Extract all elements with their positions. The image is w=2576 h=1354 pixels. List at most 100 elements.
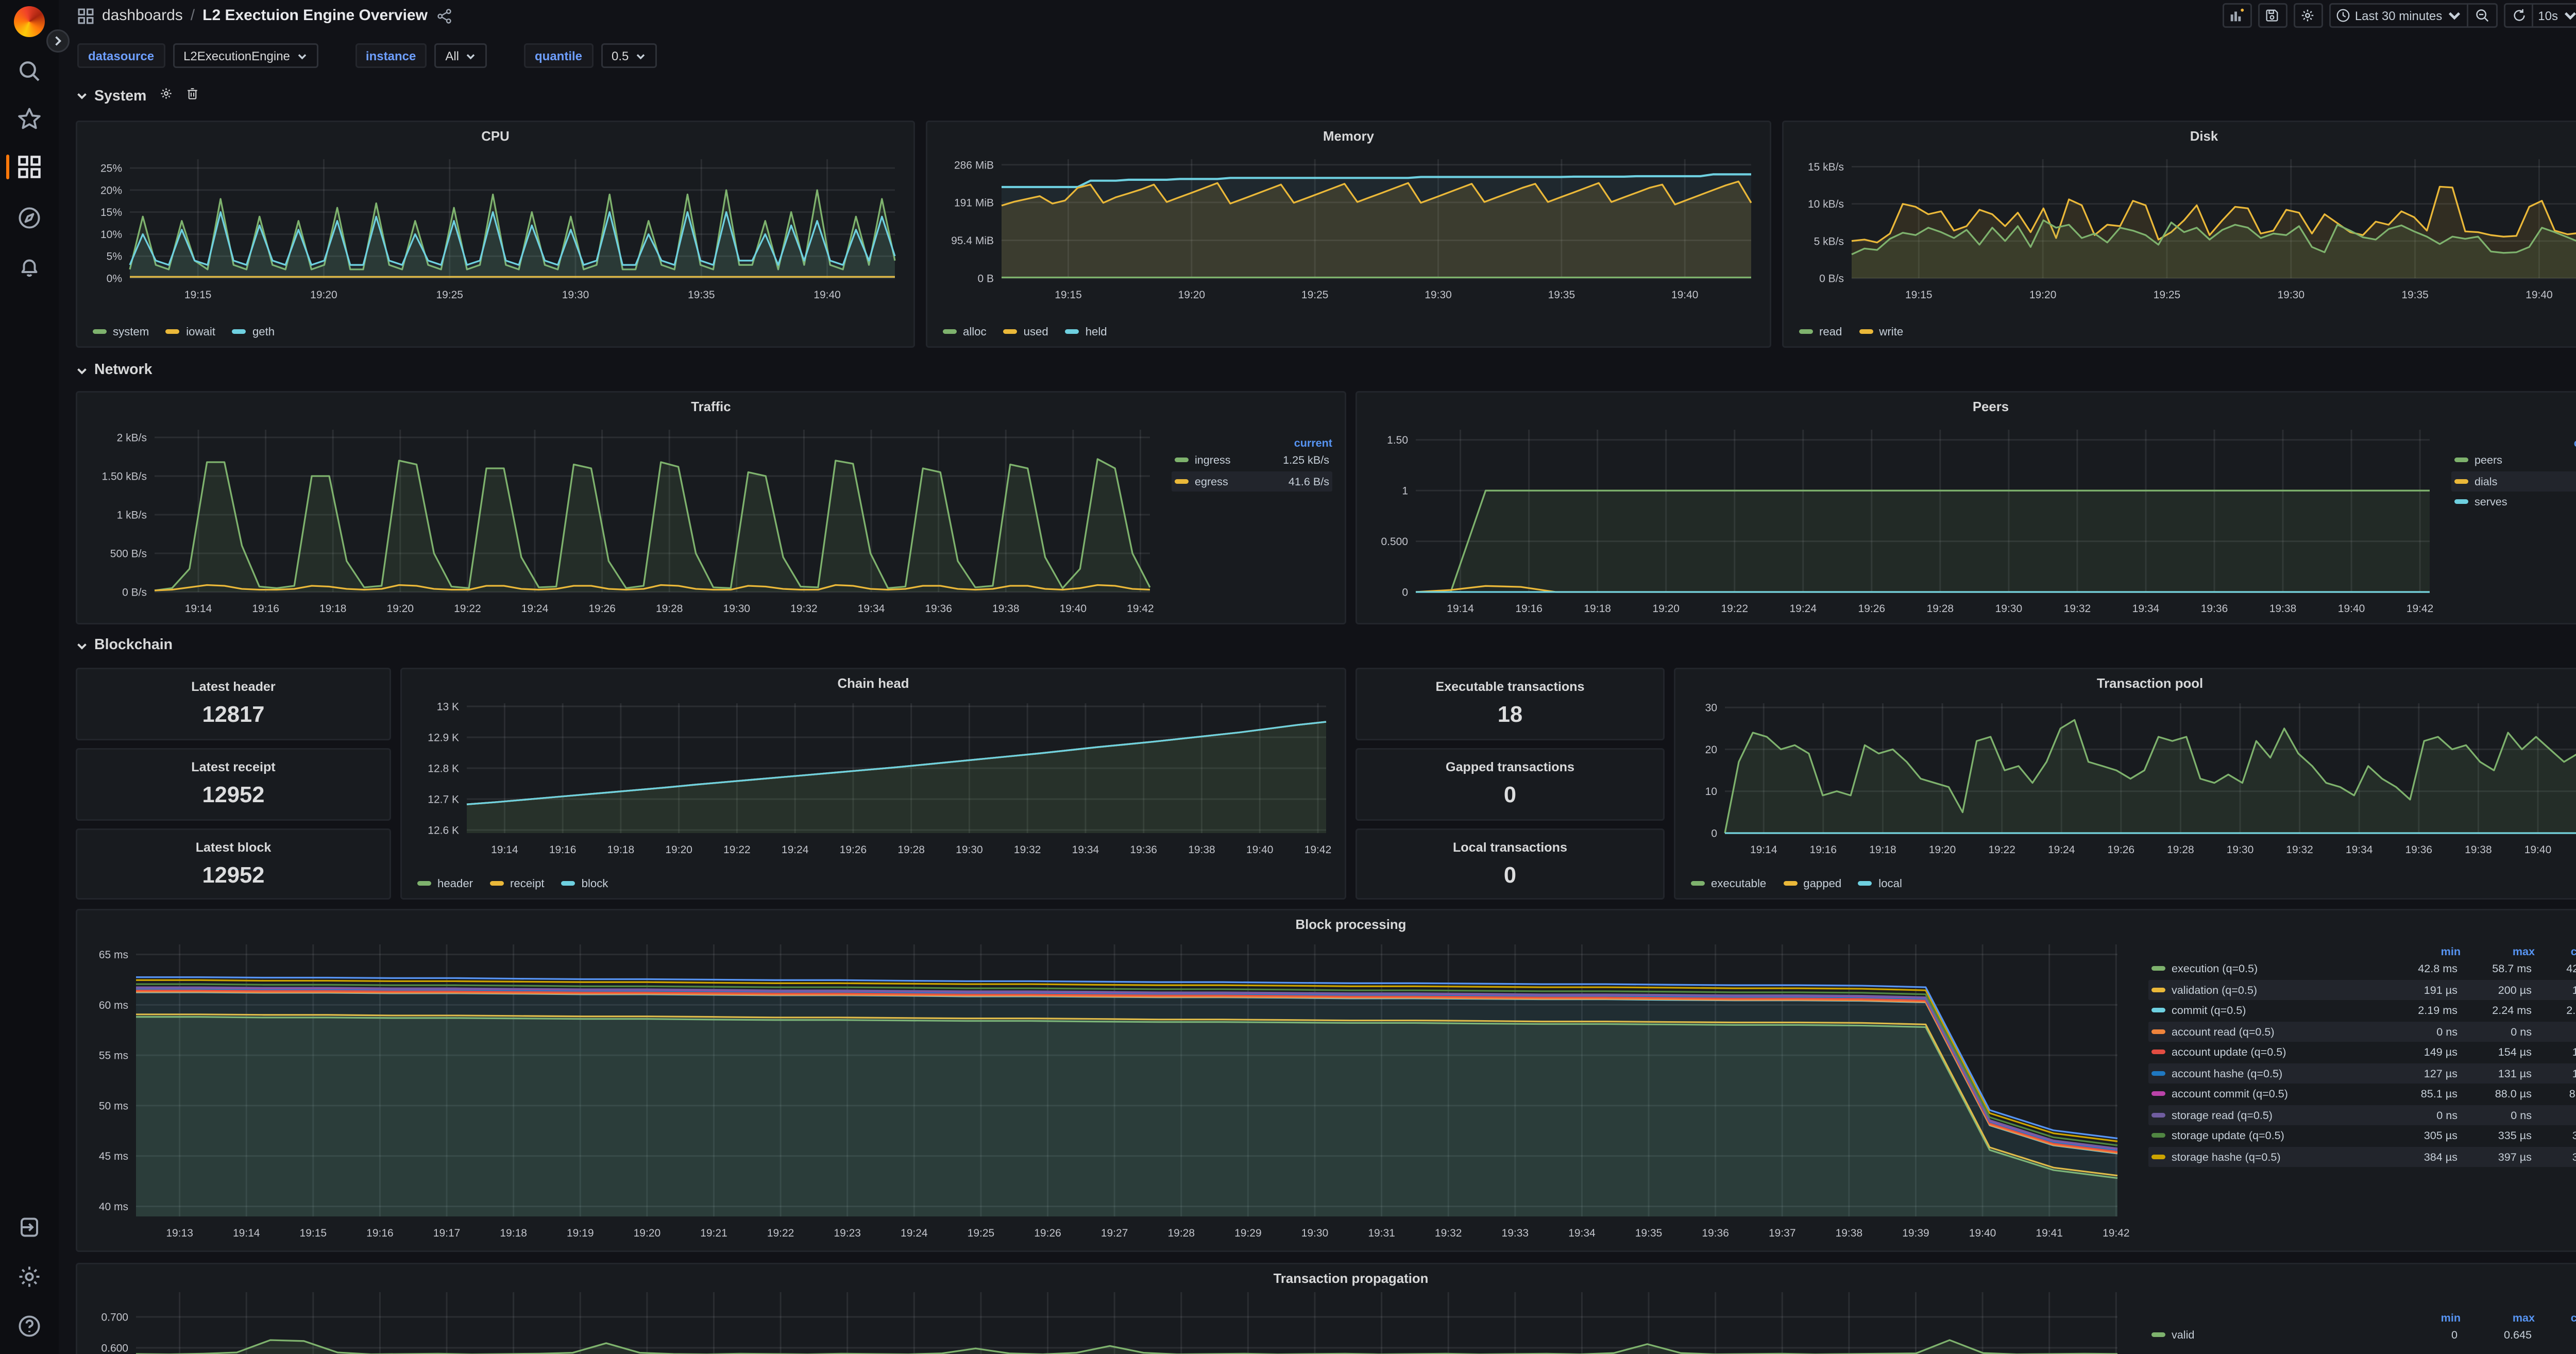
legend-series-name: egress [1195,474,1228,488]
stat-title-latest-block[interactable]: Latest block [77,839,389,855]
stat-title-executable[interactable]: Executable transactions [1357,679,1663,694]
stat-title-latest-receipt[interactable]: Latest receipt [77,759,389,774]
legend-item-iowait[interactable]: iowait [166,325,215,338]
legend-item-geth[interactable]: geth [232,325,275,338]
svg-text:10%: 10% [100,229,122,241]
legend-row-egress[interactable]: egress41.6 B/s [1172,471,1332,492]
legend-item-local[interactable]: local [1858,876,1902,890]
breadcrumb-dashboards-link[interactable]: dashboards [102,7,183,24]
sign-in-icon[interactable] [17,1215,42,1240]
legend-row-account-update-q-0-5-[interactable]: account update (q=0.5)149 µs154 µs149 µs [2148,1042,2576,1063]
grafana-logo-icon[interactable] [14,6,45,37]
transaction-propagation-chart[interactable]: 0.7000.600 [83,1286,2130,1354]
legend-item-executable[interactable]: executable [1691,876,1766,890]
legend-row-peers[interactable]: peers1 [2451,450,2576,471]
legend-column-current[interactable]: current [1249,436,1332,450]
legend-row-storage-update-q-0-5-[interactable]: storage update (q=0.5)305 µs335 µs307 µs [2148,1125,2576,1146]
legend-row-storage-read-q-0-5-[interactable]: storage read (q=0.5)0 ns0 ns0 ns [2148,1105,2576,1126]
legend-row-validation-q-0-5-[interactable]: validation (q=0.5)191 µs200 µs191 µs [2148,979,2576,1001]
legend-row-ingress[interactable]: ingress1.25 kB/s [1172,450,1332,471]
explore-compass-icon[interactable] [17,206,42,230]
section-system[interactable]: System [76,87,199,105]
panel-title-disk[interactable]: Disk [1784,128,2576,144]
save-dashboard-button[interactable] [2258,3,2287,28]
cpu-chart[interactable]: 0%5%10%15%20%25%19:1519:2019:2519:3019:3… [83,153,907,303]
panel-title-block-processing[interactable]: Block processing [77,917,2576,932]
panel-title-traffic[interactable]: Traffic [77,399,1345,414]
legend-row-dials[interactable]: dials0 [2451,471,2576,492]
starred-icon[interactable] [17,107,42,131]
legend-item-held[interactable]: held [1065,325,1107,338]
settings-gear-icon[interactable] [17,1264,42,1289]
row-settings-gear-icon[interactable] [159,87,173,105]
alerting-bell-icon[interactable] [17,255,42,280]
stat-title-latest-header[interactable]: Latest header [77,679,389,694]
share-icon[interactable] [435,7,452,24]
transaction-pool-chart[interactable]: 010203019:1419:1619:1819:2019:2219:2419:… [1682,697,2576,858]
traffic-chart[interactable]: 0 B/s500 B/s1 kB/s1.50 kB/s2 kB/s19:1419… [83,424,1162,617]
block-processing-chart[interactable]: 40 ms45 ms50 ms55 ms60 ms65 ms19:1319:14… [83,938,2130,1241]
panel-title-memory[interactable]: Memory [927,128,1770,144]
dashboards-icon[interactable] [17,155,42,179]
stat-title-gapped[interactable]: Gapped transactions [1357,759,1663,774]
legend-row-account-read-q-0-5-[interactable]: account read (q=0.5)0 ns0 ns0 ns [2148,1021,2576,1042]
datasource-variable-dropdown[interactable]: L2ExecutionEngine [173,43,318,68]
legend-column-current[interactable]: current [2529,436,2576,450]
quantile-variable-dropdown[interactable]: 0.5 [601,43,656,68]
disk-chart[interactable]: 0 B/s5 kB/s10 kB/s15 kB/s19:1519:2019:25… [1790,153,2576,303]
row-delete-trash-icon[interactable] [185,87,199,105]
section-blockchain[interactable]: Blockchain [76,637,173,654]
legend-row-account-hashe-q-0-5-[interactable]: account hashe (q=0.5)127 µs131 µs127 µs [2148,1063,2576,1084]
panel-title-cpu[interactable]: CPU [77,128,913,144]
legend-value: 149 µs [2532,1045,2576,1059]
legend-row-execution-q-0-5-[interactable]: execution (q=0.5)42.8 ms58.7 ms42.8 ms [2148,958,2576,979]
help-icon[interactable] [17,1314,42,1339]
legend-item-read[interactable]: read [1799,325,1842,338]
legend-item-system[interactable]: system [93,325,149,338]
svg-text:19:20: 19:20 [634,1227,661,1239]
legend-column-max[interactable]: max [2461,944,2535,958]
refresh-interval-dropdown[interactable]: 10s [2533,3,2576,28]
panel-title-chain-head[interactable]: Chain head [402,675,1345,691]
legend-row-serves[interactable]: serves0 [2451,492,2576,513]
instance-variable-dropdown[interactable]: All [434,43,487,68]
legend-item-header[interactable]: header [417,876,473,890]
svg-text:30: 30 [1705,702,1717,714]
zoom-out-time-button[interactable] [2468,3,2498,28]
refresh-button[interactable] [2504,3,2533,28]
svg-text:1.50 kB/s: 1.50 kB/s [101,471,147,483]
panel-title-transaction-propagation[interactable]: Transaction propagation [77,1271,2576,1286]
section-network[interactable]: Network [76,362,152,379]
legend-item-used[interactable]: used [1004,325,1048,338]
panel-title-transaction-pool[interactable]: Transaction pool [1675,675,2576,691]
legend-item-gapped[interactable]: gapped [1783,876,1841,890]
legend-item-write[interactable]: write [1859,325,1903,338]
legend-column-current[interactable]: current [2535,944,2576,958]
legend-row-account-commit-q-0-5-[interactable]: account commit (q=0.5)85.1 µs88.0 µs85.2… [2148,1084,2576,1105]
legend-column-min[interactable]: min [2386,1311,2461,1325]
legend-swatch [1691,881,1705,886]
memory-chart[interactable]: 0 B95.4 MiB191 MiB286 MiB19:1519:2019:25… [934,153,1764,303]
peers-chart[interactable]: 00.50011.5019:1419:1619:1819:2019:2219:2… [1363,424,2442,617]
chain-head-chart[interactable]: 12.6 K12.7 K12.8 K12.9 K13 K19:1419:1619… [408,697,1338,858]
search-icon[interactable] [17,59,42,83]
svg-text:19:35: 19:35 [1548,289,1575,301]
legend-row-valid[interactable]: valid00.6450.511 [2148,1325,2576,1346]
legend-row-storage-hashe-q-0-5-[interactable]: storage hashe (q=0.5)384 µs397 µs384 µs [2148,1146,2576,1167]
add-panel-button[interactable] [2222,3,2251,28]
svg-text:19:24: 19:24 [782,844,809,856]
dashboard-settings-button[interactable] [2293,3,2323,28]
svg-text:19:28: 19:28 [1167,1227,1195,1239]
legend-item-receipt[interactable]: receipt [490,876,545,890]
legend-column-current[interactable]: current [2535,1311,2576,1325]
panel-title-peers[interactable]: Peers [1357,399,2576,414]
active-nav-indicator [6,155,9,179]
time-range-picker[interactable]: Last 30 minutes [2329,3,2468,28]
legend-item-block[interactable]: block [562,876,608,890]
legend-row-commit-q-0-5-[interactable]: commit (q=0.5)2.19 ms2.24 ms2.23 ms [2148,1000,2576,1021]
legend-column-min[interactable]: min [2386,944,2461,958]
legend-column-max[interactable]: max [2461,1311,2535,1325]
legend-item-alloc[interactable]: alloc [943,325,987,338]
stat-title-local[interactable]: Local transactions [1357,839,1663,855]
sidebar-expand-button[interactable] [46,29,70,53]
